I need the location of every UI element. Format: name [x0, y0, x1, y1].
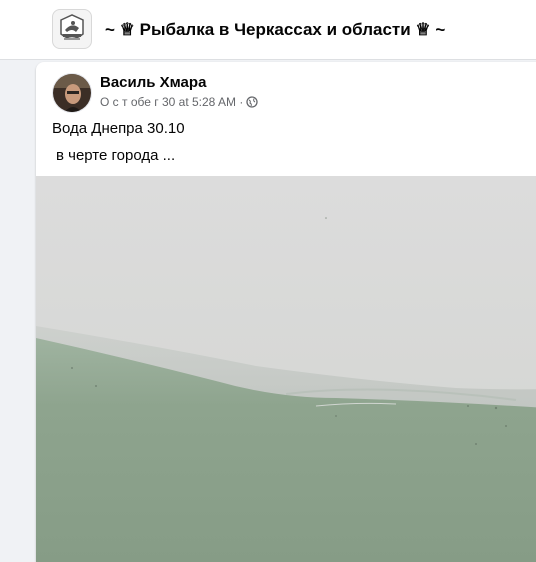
- photo-river-fog: [36, 176, 536, 562]
- post-card: Василь Хмара О с т обе г 30 at 5:28 AM ·…: [36, 62, 536, 562]
- post-text-line-1: Вода Днепра 30.10: [52, 120, 185, 137]
- post-text-line-2: в черте города ...: [56, 147, 176, 164]
- post-photo[interactable]: [36, 176, 536, 562]
- globe-icon: [246, 96, 258, 108]
- post-timestamp[interactable]: О с т обе г 30 at 5:28 AM ·: [100, 95, 243, 109]
- group-logo-icon[interactable]: [52, 9, 92, 49]
- group-title[interactable]: ~ ♕ Рыбалка в Черкассах и области ♕ ~: [105, 18, 445, 42]
- author-avatar[interactable]: [52, 73, 92, 113]
- post-meta: О с т обе г 30 at 5:28 AM ·: [100, 95, 258, 109]
- author-name[interactable]: Василь Хмара: [100, 74, 206, 91]
- group-header: ~ ♕ Рыбалка в Черкассах и области ♕ ~: [0, 0, 536, 60]
- left-gutter: [0, 60, 36, 560]
